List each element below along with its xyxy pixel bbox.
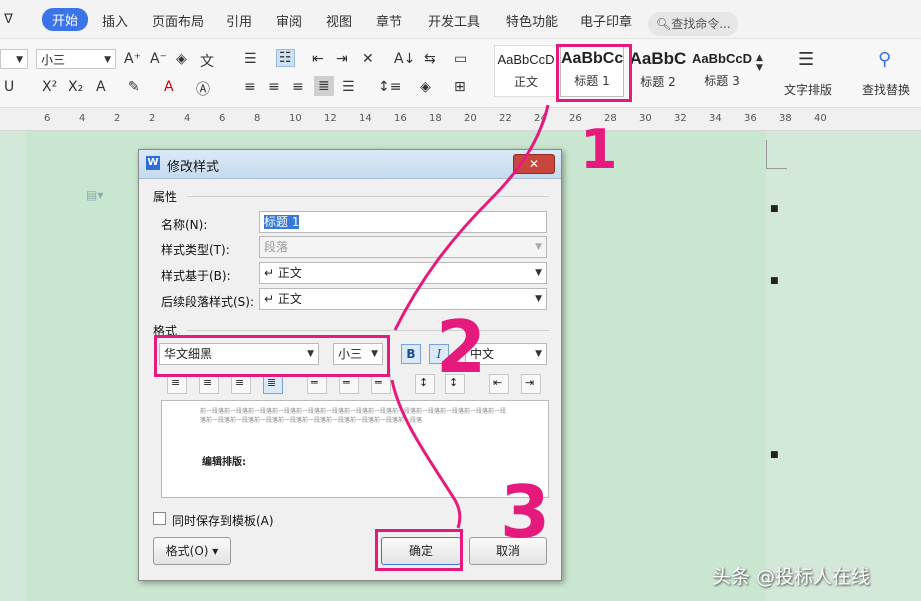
watermark-text: 头条 @投标人在线 xyxy=(712,566,871,588)
annotation-number-3: 3 xyxy=(500,470,551,554)
annotation-number-1: 1 xyxy=(580,118,618,181)
annotation-arrow-2 xyxy=(390,379,462,529)
annotation-arrow-1 xyxy=(393,104,550,331)
annotation-strokes xyxy=(390,104,550,529)
annotation-number-2: 2 xyxy=(436,305,487,389)
